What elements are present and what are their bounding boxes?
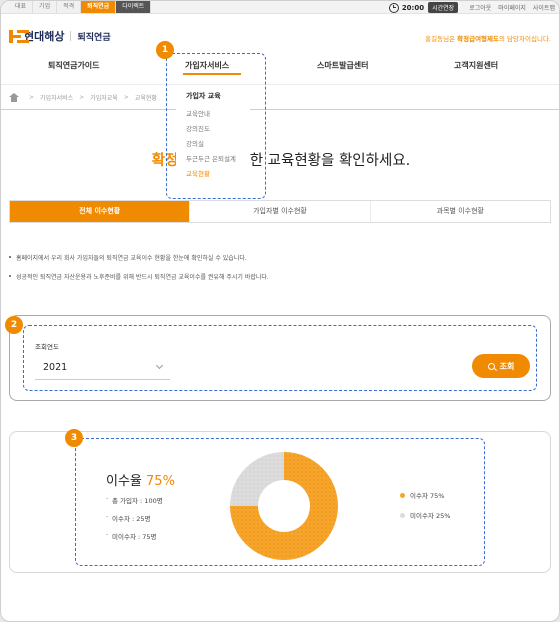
completion-rate-value: 75% — [146, 474, 175, 489]
notice-suffix: 의 담당자이십니다. — [499, 35, 551, 43]
logo[interactable]: 현대해상 퇴직연금 — [9, 28, 111, 44]
nav-pension-guide[interactable]: 퇴직연금가이드 — [48, 60, 100, 71]
breadcrumb-separator-icon: > — [79, 93, 85, 101]
session-time: 20:00 — [401, 3, 425, 12]
utility-bar: 대표 기업 적격 퇴직연금 다이렉트 20:00 시간연장 로그아웃 마이페이지… — [1, 1, 559, 14]
page-title: 확정급여형에 대한 교육현황을 확인하세요. — [1, 149, 559, 170]
clock-icon — [388, 2, 399, 13]
tab-by-subject[interactable]: 과목별 이수현황 — [371, 201, 550, 222]
submenu-item-classroom[interactable]: 강의실 — [186, 139, 250, 154]
completion-rate-label: 이수율 — [106, 474, 142, 489]
year-value: 2021 — [43, 362, 68, 373]
result-panel: 이수율 75% 총 가입자 : 100명 이수자 : 25명 미이수자 : 75… — [9, 431, 551, 573]
breadcrumb-item[interactable]: 교육현황 — [135, 93, 157, 102]
annotation-badge-1: 1 — [156, 41, 174, 59]
logout-link[interactable]: 로그아웃 — [469, 3, 491, 12]
breadcrumb-item[interactable]: 가입자교육 — [90, 93, 118, 102]
stat-total: 총 가입자 : 100명 — [106, 495, 163, 505]
main-nav: 퇴직연금가이드 가입자서비스 스마트발급센터 고객지원센터 — [1, 54, 559, 84]
notice-prefix: 홍길동님은 — [425, 35, 458, 43]
submenu-dropdown: 가입자 교육 교육안내 강의진도 강의실 두근두근 은퇴설계 교육현황 — [176, 87, 250, 191]
chart-legend: 이수자 75% 미이수자 25% — [400, 490, 450, 530]
annotation-badge-3: 3 — [65, 429, 83, 447]
legend-not-completed-label: 미이수자 25% — [410, 512, 451, 520]
submenu-title[interactable]: 가입자 교육 — [186, 91, 250, 101]
legend-dot-gray — [400, 512, 405, 518]
legend-completed-label: 이수자 75% — [410, 492, 445, 500]
submenu-item-retirement-plan[interactable]: 두근두근 은퇴설계 — [186, 154, 250, 169]
site-tab-qualified[interactable]: 적격 — [57, 1, 82, 13]
utility-right: 20:00 시간연장 로그아웃 마이페이지 사이트맵 — [388, 2, 555, 13]
legend-not-completed: 미이수자 25% — [400, 510, 450, 520]
submenu-item-progress[interactable]: 강의진도 — [186, 124, 250, 139]
nav-subscriber-service[interactable]: 가입자서비스 — [185, 60, 229, 71]
legend-dot-orange — [400, 492, 405, 498]
logo-divider — [70, 31, 72, 41]
breadcrumb-separator-icon: > — [123, 93, 129, 101]
submenu-item-status[interactable]: 교육현황 — [186, 169, 250, 184]
sitemap-link[interactable]: 사이트맵 — [533, 3, 555, 12]
user-notice: 홍길동님은 확정급여형제도의 담당자이십니다. — [425, 33, 551, 43]
breadcrumb-item[interactable]: 가입자서비스 — [40, 93, 73, 102]
search-panel: 조회연도 2021 조회 — [9, 315, 551, 401]
breadcrumb-separator-icon: > — [29, 93, 35, 101]
tab-overall-status[interactable]: 전체 이수현황 — [10, 201, 191, 222]
header: 현대해상 퇴직연금 홍길동님은 확정급여형제도의 담당자이십니다. — [1, 14, 559, 54]
nav-smart-issue[interactable]: 스마트발급센터 — [317, 60, 369, 71]
search-button[interactable]: 조회 — [472, 354, 530, 378]
completion-rate: 이수율 75% — [106, 470, 175, 489]
stats-list: 총 가입자 : 100명 이수자 : 25명 미이수자 : 75명 — [106, 495, 163, 549]
site-tab-direct[interactable]: 다이렉트 — [116, 1, 152, 13]
logo-subtitle: 퇴직연금 — [77, 32, 111, 43]
notice-highlight: 확정급여형제도 — [457, 35, 500, 43]
logo-h-icon — [9, 29, 21, 43]
submenu-item-guide[interactable]: 교육안내 — [186, 109, 250, 124]
search-button-label: 조회 — [499, 361, 515, 371]
donut-chart — [230, 452, 338, 560]
tab-by-subscriber[interactable]: 가입자별 이수현황 — [190, 201, 371, 222]
page-frame: 대표 기업 적격 퇴직연금 다이렉트 20:00 시간연장 로그아웃 마이페이지… — [0, 0, 560, 622]
donut-slice-not-completed — [230, 452, 284, 506]
year-label: 조회연도 — [35, 343, 59, 351]
site-tab-pension[interactable]: 퇴직연금 — [81, 1, 117, 13]
home-icon[interactable] — [9, 92, 19, 102]
status-tabs: 전체 이수현황 가입자별 이수현황 과목별 이수현황 — [9, 200, 551, 223]
mypage-link[interactable]: 마이페이지 — [498, 3, 526, 12]
extend-session-button[interactable]: 시간연장 — [428, 2, 459, 13]
info-list: 홈페이지에서 우리 회사 가입자들의 퇴직연금 교육이수 현황을 한눈에 확인하… — [9, 253, 549, 291]
year-select[interactable]: 2021 — [35, 356, 170, 380]
site-tab-corporate[interactable]: 기업 — [33, 1, 58, 13]
stat-not-completed: 미이수자 : 75명 — [106, 531, 163, 541]
nav-active-underline — [183, 73, 241, 75]
info-item: 성공적인 퇴직연금 자산운용과 노후준비를 위해 반드시 퇴직연금 교육이수를 … — [9, 272, 549, 281]
site-tabs: 대표 기업 적격 퇴직연금 다이렉트 — [9, 1, 152, 13]
search-icon — [487, 362, 495, 370]
logo-name: 현대해상 — [24, 30, 65, 43]
nav-customer-support[interactable]: 고객지원센터 — [454, 60, 498, 71]
chevron-down-icon — [155, 361, 164, 370]
stat-completed: 이수자 : 25명 — [106, 513, 163, 523]
annotation-badge-2: 2 — [5, 316, 23, 334]
legend-completed: 이수자 75% — [400, 490, 450, 500]
info-item: 홈페이지에서 우리 회사 가입자들의 퇴직연금 교육이수 현황을 한눈에 확인하… — [9, 253, 549, 262]
breadcrumb: > 가입자서비스 > 가입자교육 > 교육현황 — [1, 84, 559, 110]
site-tab-main[interactable]: 대표 — [9, 1, 34, 13]
